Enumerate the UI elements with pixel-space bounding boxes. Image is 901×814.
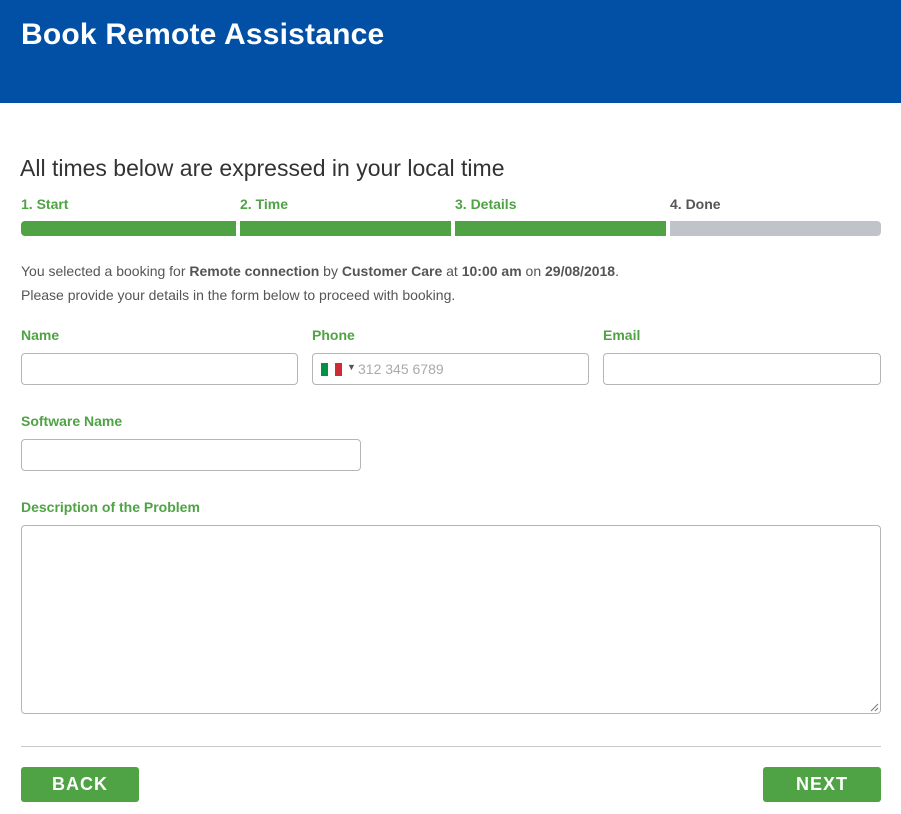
- page-title: Book Remote Assistance: [21, 18, 385, 51]
- step-bar: [670, 221, 881, 236]
- summary-text: at: [442, 263, 462, 279]
- next-button[interactable]: NEXT: [763, 767, 881, 802]
- email-label: Email: [603, 327, 641, 343]
- progress-steps: 1. Start 2. Time 3. Details 4. Done: [21, 196, 881, 236]
- name-label: Name: [21, 327, 60, 343]
- step-details: 3. Details: [455, 196, 666, 236]
- step-done: 4. Done: [670, 196, 881, 236]
- timezone-note: All times below are expressed in your lo…: [20, 155, 505, 181]
- summary-text: by: [319, 263, 342, 279]
- software-name-label: Software Name: [21, 413, 123, 429]
- page-header: Book Remote Assistance: [0, 0, 901, 103]
- step-time: 2. Time: [240, 196, 451, 236]
- italy-flag-icon[interactable]: [321, 363, 342, 376]
- step-bar: [21, 221, 236, 236]
- summary-text: .: [615, 263, 619, 279]
- software-name-field[interactable]: [21, 439, 361, 471]
- back-button[interactable]: BACK: [21, 767, 139, 802]
- chevron-down-icon[interactable]: ▼: [347, 362, 356, 372]
- name-field[interactable]: [21, 353, 298, 385]
- email-field[interactable]: [603, 353, 881, 385]
- form-divider: [21, 746, 881, 747]
- booking-summary-line2: Please provide your details in the form …: [21, 287, 456, 303]
- step-bar: [455, 221, 666, 236]
- step-label: 2. Time: [240, 196, 288, 212]
- step-label: 3. Details: [455, 196, 517, 212]
- resize-handle-icon[interactable]: [870, 703, 879, 712]
- selected-service: Remote connection: [189, 263, 320, 279]
- summary-text: on: [521, 263, 546, 279]
- selected-time: 10:00 am: [461, 263, 522, 279]
- phone-label: Phone: [312, 327, 355, 343]
- booking-summary: You selected a booking for Remote connec…: [21, 259, 619, 307]
- phone-field[interactable]: ▼ 312 345 6789: [312, 353, 589, 385]
- summary-text: You selected a booking for: [21, 263, 190, 279]
- booking-summary-line1: You selected a booking for Remote connec…: [21, 259, 619, 283]
- phone-placeholder: 312 345 6789: [358, 361, 444, 377]
- step-label: 4. Done: [670, 196, 721, 212]
- description-textarea[interactable]: [21, 525, 881, 714]
- selected-date: 29/08/2018: [545, 263, 616, 279]
- selected-provider: Customer Care: [341, 263, 443, 279]
- description-label: Description of the Problem: [21, 499, 200, 515]
- step-label: 1. Start: [21, 196, 69, 212]
- step-bar: [240, 221, 451, 236]
- step-start: 1. Start: [21, 196, 236, 236]
